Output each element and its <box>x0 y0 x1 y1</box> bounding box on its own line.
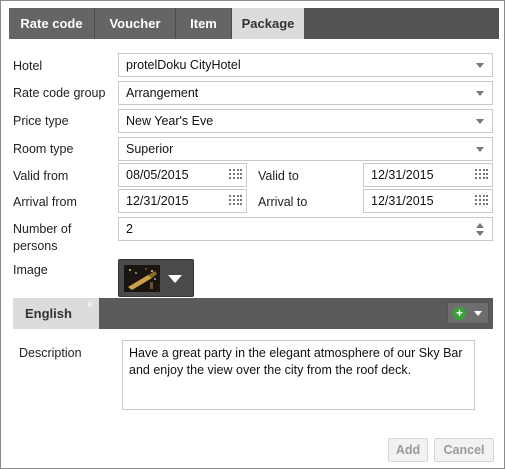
rate-code-group-value: Arrangement <box>126 86 199 100</box>
close-icon[interactable]: × <box>87 299 93 311</box>
arrival-to-value: 12/31/2015 <box>371 194 434 208</box>
chevron-down-icon <box>476 147 484 152</box>
chevron-down-icon <box>476 63 484 68</box>
number-of-persons-label: Number of persons <box>13 222 71 254</box>
calendar-icon[interactable] <box>475 169 488 181</box>
valid-to-field[interactable]: 12/31/2015 <box>363 163 493 187</box>
room-type-label: Room type <box>13 142 74 156</box>
chevron-down-icon <box>476 119 484 124</box>
package-dialog: Rate code Voucher Item Package Hotel pro… <box>0 0 505 469</box>
calendar-icon[interactable] <box>229 169 242 181</box>
description-textarea[interactable]: Have a great party in the elegant atmosp… <box>122 340 475 410</box>
calendar-icon[interactable] <box>229 195 242 207</box>
rate-code-group-select[interactable]: Arrangement <box>118 81 493 105</box>
cancel-button[interactable]: Cancel <box>434 438 494 462</box>
spinner-up-icon[interactable] <box>476 223 484 228</box>
valid-from-field[interactable]: 08/05/2015 <box>118 163 247 187</box>
price-type-select[interactable]: New Year's Eve <box>118 109 493 133</box>
image-picker-button[interactable] <box>118 259 194 297</box>
chevron-down-icon <box>474 311 482 316</box>
price-type-value: New Year's Eve <box>126 114 214 128</box>
hotel-select[interactable]: protelDoku CityHotel <box>118 53 493 77</box>
tab-item[interactable]: Item <box>176 8 232 39</box>
number-of-persons-stepper[interactable]: 2 <box>118 217 493 241</box>
arrival-from-value: 12/31/2015 <box>126 194 189 208</box>
number-of-persons-value: 2 <box>126 222 133 236</box>
image-thumbnail <box>124 265 160 292</box>
arrival-from-label: Arrival from <box>13 195 77 209</box>
plus-circle-icon: + <box>453 307 466 320</box>
add-button[interactable]: Add <box>388 438 428 462</box>
arrival-from-field[interactable]: 12/31/2015 <box>118 189 247 213</box>
calendar-icon[interactable] <box>475 195 488 207</box>
tab-bar: Rate code Voucher Item Package <box>9 8 499 39</box>
hotel-value: protelDoku CityHotel <box>126 58 241 72</box>
arrival-to-label: Arrival to <box>258 195 308 209</box>
number-of-persons-label-line2: persons <box>13 239 58 253</box>
rate-code-group-label: Rate code group <box>13 86 106 100</box>
arrival-to-field[interactable]: 12/31/2015 <box>363 189 493 213</box>
add-language-button[interactable]: + <box>447 302 489 324</box>
price-type-label: Price type <box>13 114 69 128</box>
description-label: Description <box>19 346 82 360</box>
valid-from-value: 08/05/2015 <box>126 168 189 182</box>
chevron-down-icon <box>476 91 484 96</box>
valid-from-label: Valid from <box>13 169 69 183</box>
valid-to-value: 12/31/2015 <box>371 168 434 182</box>
room-type-value: Superior <box>126 142 174 156</box>
spinner-down-icon[interactable] <box>476 231 484 236</box>
hotel-label: Hotel <box>13 59 43 73</box>
valid-to-label: Valid to <box>258 169 299 183</box>
language-bar: English × + <box>13 298 493 329</box>
tab-package[interactable]: Package <box>232 8 304 39</box>
chevron-down-icon <box>168 275 182 283</box>
tab-rate-code[interactable]: Rate code <box>9 8 95 39</box>
room-type-select[interactable]: Superior <box>118 137 493 161</box>
tab-voucher[interactable]: Voucher <box>95 8 176 39</box>
image-label: Image <box>13 263 48 277</box>
number-of-persons-label-line1: Number of <box>13 222 72 236</box>
